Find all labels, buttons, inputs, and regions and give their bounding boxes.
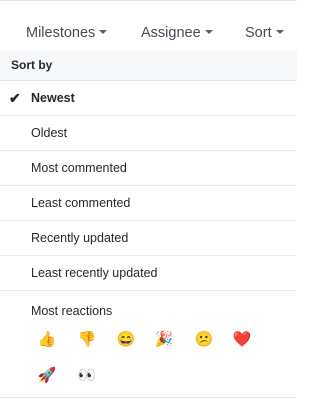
thumbs-up-icon[interactable]: 👍 bbox=[34, 327, 60, 353]
thumbs-down-icon[interactable]: 👎 bbox=[74, 327, 100, 353]
sort-item-oldest[interactable]: Oldest bbox=[0, 116, 297, 151]
sort-filter[interactable]: Sort bbox=[245, 25, 284, 41]
assignee-filter[interactable]: Assignee bbox=[141, 25, 213, 41]
milestones-filter-label: Milestones bbox=[26, 25, 96, 41]
chevron-down-icon bbox=[99, 30, 108, 35]
sort-item-least-commented[interactable]: Least commented bbox=[0, 186, 297, 221]
sort-item-label: Least commented bbox=[31, 196, 131, 210]
most-reactions-label: Most reactions bbox=[31, 304, 113, 318]
eyes-icon[interactable]: 👀 bbox=[74, 363, 100, 389]
sort-menu: Sort by ✔ Newest Oldest Most commented L… bbox=[0, 50, 297, 400]
chevron-down-icon bbox=[275, 30, 284, 35]
rocket-icon[interactable]: 🚀 bbox=[34, 363, 60, 389]
sort-menu-header: Sort by bbox=[0, 50, 297, 81]
milestones-filter[interactable]: Milestones bbox=[26, 25, 108, 41]
check-icon: ✔ bbox=[9, 90, 21, 106]
sort-filter-label: Sort bbox=[245, 25, 272, 41]
sort-item-recently-updated[interactable]: Recently updated bbox=[0, 221, 297, 256]
hooray-icon[interactable]: 🎉 bbox=[151, 327, 177, 353]
confused-icon[interactable]: 😕 bbox=[191, 327, 217, 353]
reactions-grid: 👍 👎 😄 🎉 😕 ❤️ 🚀 👀 bbox=[0, 327, 297, 397]
sort-item-most-commented[interactable]: Most commented bbox=[0, 151, 297, 186]
sort-item-label: Recently updated bbox=[31, 231, 129, 245]
filter-bar: Milestones Assignee Sort bbox=[0, 0, 297, 50]
sort-item-label: Newest bbox=[31, 91, 75, 105]
heart-icon[interactable]: ❤️ bbox=[229, 327, 255, 353]
sort-item-least-recently-updated[interactable]: Least recently updated bbox=[0, 256, 297, 291]
sort-item-label: Most commented bbox=[31, 161, 127, 175]
sort-item-newest[interactable]: ✔ Newest bbox=[0, 81, 297, 116]
menu-bottom-divider bbox=[0, 397, 297, 398]
sort-item-label: Oldest bbox=[31, 126, 68, 140]
sort-item-label: Least recently updated bbox=[31, 266, 158, 280]
laugh-icon[interactable]: 😄 bbox=[113, 327, 139, 353]
chevron-down-icon bbox=[204, 30, 213, 35]
assignee-filter-label: Assignee bbox=[141, 25, 201, 41]
